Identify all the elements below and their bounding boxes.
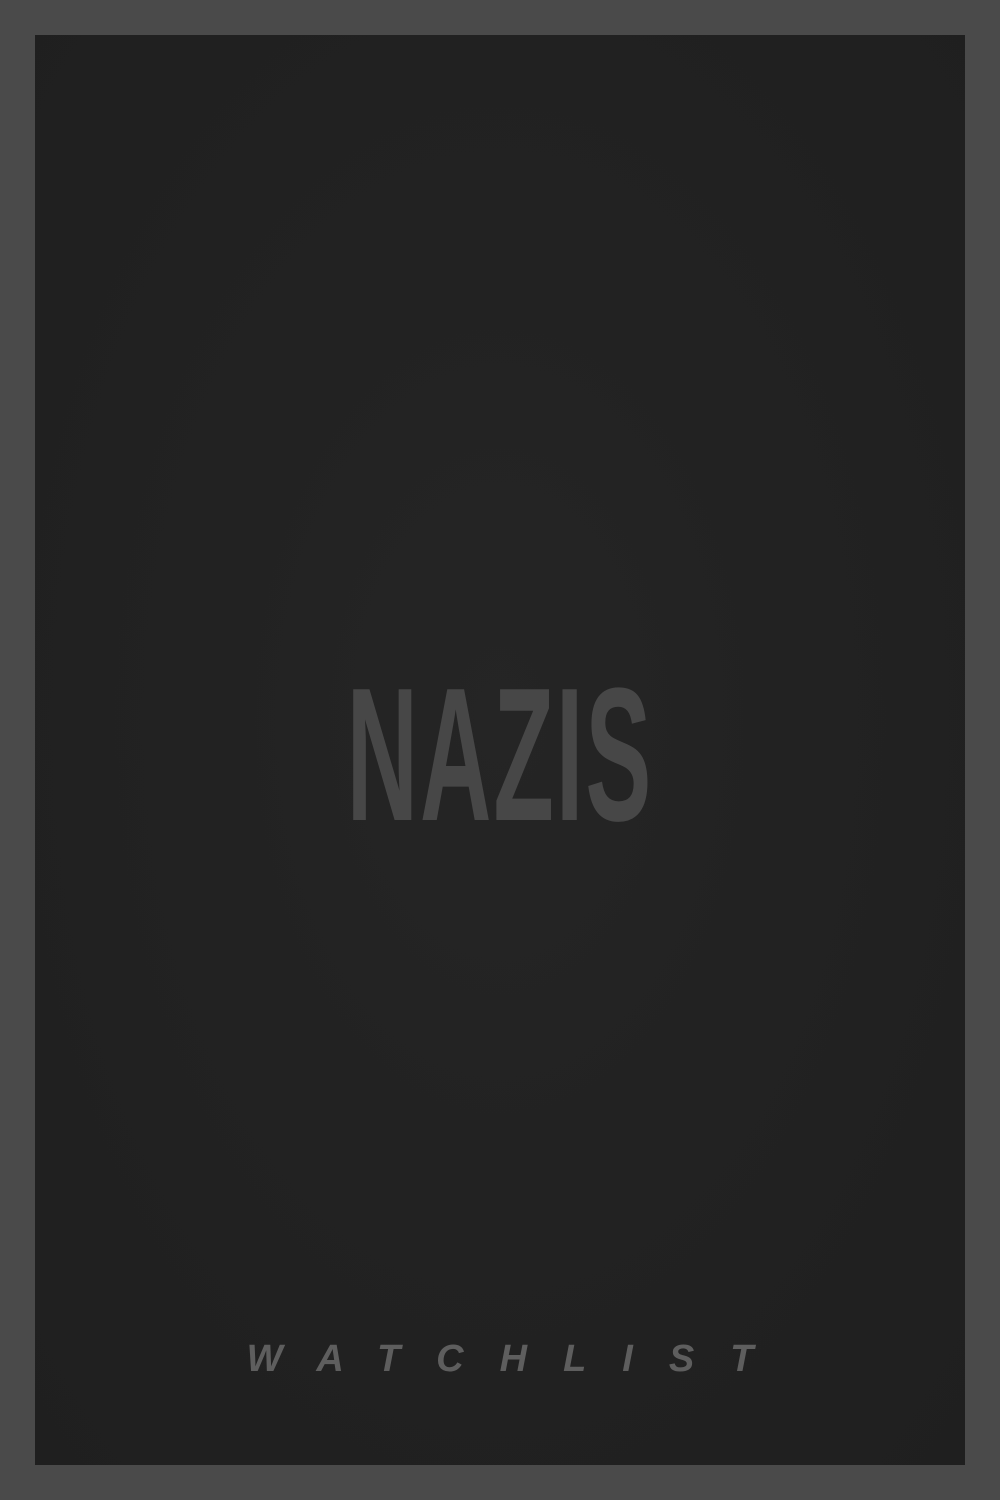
poster-title: NAZIS	[346, 649, 654, 861]
poster-frame: NAZIS WATCHLIST	[0, 0, 1000, 1500]
poster-footer-label: WATCHLIST	[246, 1338, 790, 1380]
poster-panel: NAZIS WATCHLIST	[35, 35, 965, 1465]
